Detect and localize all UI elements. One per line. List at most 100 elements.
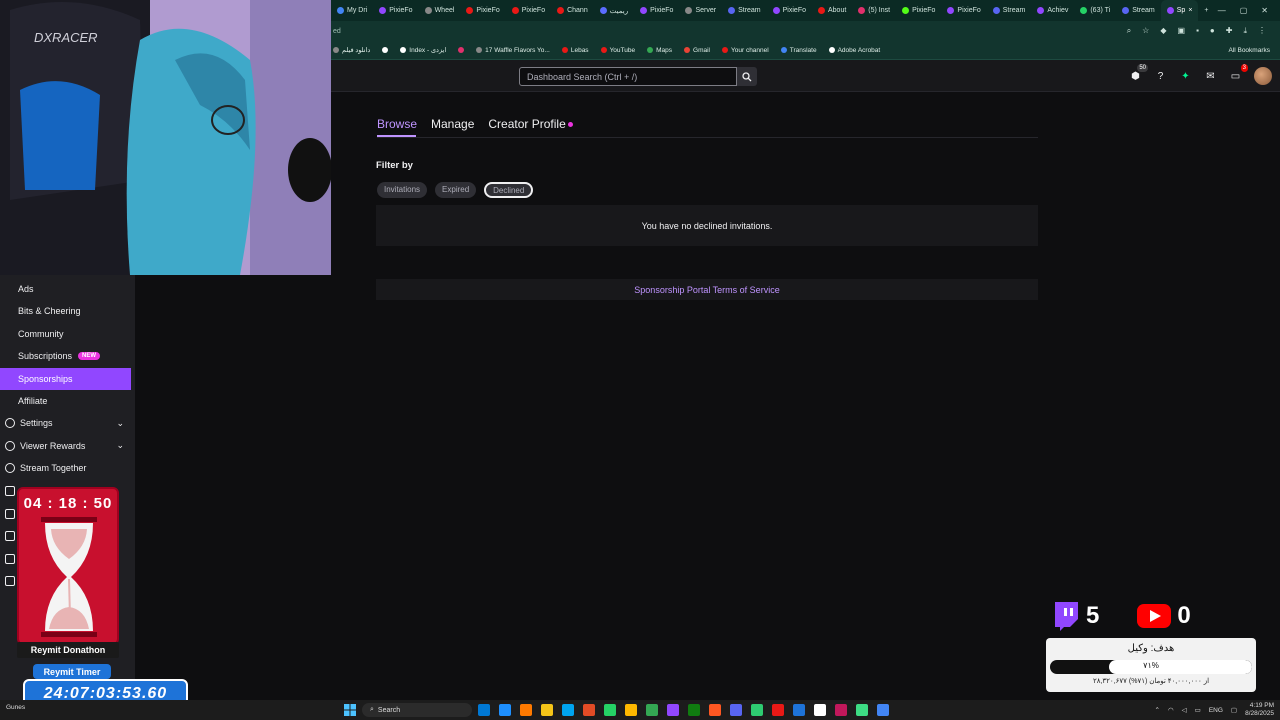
tab-creator-profile[interactable]: Creator Profile (488, 117, 573, 135)
taskbar-app-icon[interactable] (646, 704, 658, 716)
tos-link[interactable]: Sponsorship Portal Terms of Service (634, 285, 779, 295)
maximize-icon[interactable]: ▢ (1240, 6, 1248, 15)
sparkle-icon[interactable]: ✦ (1179, 70, 1192, 83)
chevron-down-icon[interactable]: ⌄ (116, 418, 124, 429)
taskbar-app-icon[interactable] (688, 704, 700, 716)
extension-icon[interactable] (5, 531, 15, 541)
clock[interactable]: 4:19 PM 8/28/2025 (1245, 702, 1274, 718)
new-tab-icon[interactable]: + (1198, 0, 1214, 21)
close-icon[interactable]: ✕ (1261, 6, 1268, 15)
battery-icon[interactable]: ▭ (1195, 706, 1201, 714)
browser-tab[interactable]: (63) Ti (1074, 0, 1116, 21)
taskbar-app-icon[interactable] (709, 704, 721, 716)
help-icon[interactable]: ? (1154, 70, 1167, 83)
bookmark-item[interactable]: YouTube (600, 47, 635, 54)
all-bookmarks[interactable]: All Bookmarks (1228, 47, 1280, 54)
language-indicator[interactable]: ENG (1209, 707, 1223, 714)
sidebar-item-bits-cheering[interactable]: Bits & Cheering (0, 300, 131, 322)
sidebar-item-viewer-rewards[interactable]: Viewer Rewards ⌄ (0, 435, 131, 457)
filter-invitations-button[interactable]: Invitations (377, 182, 428, 198)
filter-expired-button[interactable]: Expired (435, 182, 477, 198)
bookmark-item[interactable]: Maps (647, 47, 672, 54)
tab-manage[interactable]: Manage (431, 117, 474, 135)
bookmark-item[interactable]: Index - ایزدی (400, 46, 446, 54)
video-icon[interactable] (5, 486, 15, 496)
sidebar-item-community[interactable]: Community (0, 323, 131, 345)
volume-icon[interactable]: ◁ (1182, 706, 1187, 714)
browser-tab[interactable]: (5) Inst (852, 0, 896, 21)
browser-tab[interactable]: PixieFo (460, 0, 505, 21)
bits-icon[interactable]: ⬢ 50 (1129, 63, 1148, 83)
bookmark-item[interactable]: Translate (780, 47, 817, 54)
taskbar-app-icon[interactable] (730, 704, 742, 716)
browser-tab[interactable]: PixieFo (941, 0, 986, 21)
menu-icon[interactable]: ⋮ (1258, 26, 1266, 36)
sidebar-item-settings[interactable]: Settings ⌄ (0, 412, 131, 434)
bookmark-item[interactable]: Adobe Acrobat (828, 47, 880, 54)
browser-tab[interactable]: Stream (722, 0, 767, 21)
bookmark-item[interactable]: Your channel (722, 47, 769, 54)
browser-tab[interactable]: Sp × (1160, 0, 1199, 21)
sidebar-item-affiliate[interactable]: Affiliate (0, 390, 131, 412)
wifi-icon[interactable]: ◠ (1168, 706, 1174, 714)
browser-tab[interactable]: PixieFo (896, 0, 941, 21)
browser-tab[interactable]: Stream (1116, 0, 1161, 21)
taskbar-app-icon[interactable] (520, 704, 532, 716)
dashboard-search-input[interactable]: Dashboard Search (Ctrl + /) (519, 67, 737, 86)
taskbar-app-icon[interactable] (814, 704, 826, 716)
taskbar-app-icon[interactable] (583, 704, 595, 716)
windows-start-icon[interactable] (344, 704, 356, 716)
browser-tab[interactable]: Chann (551, 0, 594, 21)
taskbar-app-icon[interactable] (856, 704, 868, 716)
shield-icon[interactable] (5, 576, 15, 586)
browser-tab[interactable]: Wheel (419, 0, 461, 21)
minimize-icon[interactable]: — (1218, 6, 1226, 15)
zoom-icon[interactable]: ⌕ (1127, 26, 1131, 36)
browser-tab[interactable]: Server (679, 0, 722, 21)
close-icon[interactable]: × (1188, 7, 1192, 14)
filter-declined-button[interactable]: Declined (484, 182, 534, 198)
sidebar-item-ads[interactable]: Ads (0, 278, 131, 300)
sidebar-item-stream-together[interactable]: Stream Together (0, 457, 131, 479)
taskbar-app-icon[interactable] (835, 704, 847, 716)
chevron-down-icon[interactable]: ⌄ (116, 440, 124, 451)
taskbar-app-icon[interactable] (751, 704, 763, 716)
browser-tab[interactable]: About (812, 0, 852, 21)
notifications-icon[interactable]: ▭ 3 (1229, 63, 1248, 83)
sidebar-item-subscriptions[interactable]: Subscriptions NEW (0, 345, 131, 367)
address-bar[interactable]: ed ⌕ ☆ ◆ ▣ ▪ ● ✚ ⤓ ⋮ (331, 21, 1280, 41)
extension-icon[interactable]: ◆ (1160, 26, 1166, 36)
browser-tab[interactable]: ریمیت (594, 0, 634, 21)
bookmark-item[interactable] (382, 47, 389, 53)
chevron-up-icon[interactable]: ⌃ (1155, 706, 1160, 714)
bookmark-item[interactable]: Lebas (561, 47, 589, 54)
whisper-icon[interactable]: ✉ (1204, 70, 1217, 83)
taskbar-app-icon[interactable] (604, 704, 616, 716)
user-avatar[interactable] (1254, 67, 1272, 85)
bookmark-item[interactable]: 17 Waffle Flavors Yo... (476, 47, 550, 54)
browser-tab[interactable]: PixieFo (767, 0, 812, 21)
taskbar-app-icon[interactable] (541, 704, 553, 716)
tools-icon[interactable] (5, 508, 15, 519)
tab-browse[interactable]: Browse (377, 117, 417, 135)
taskbar-app-icon[interactable] (667, 704, 679, 716)
puzzle-icon[interactable]: ✚ (1226, 26, 1233, 36)
taskbar-app-icon[interactable] (562, 704, 574, 716)
search-button[interactable] (737, 67, 757, 86)
taskbar-search[interactable]: ⌕ Search (362, 703, 472, 717)
display-icon[interactable]: ▢ (1231, 706, 1237, 714)
taskbar-app-icon[interactable] (625, 704, 637, 716)
browser-tab[interactable]: My Dri (331, 0, 373, 21)
browser-tab[interactable]: PixieFo (373, 0, 418, 21)
sidebar-item-sponsorships[interactable]: Sponsorships (0, 367, 131, 390)
extension-icon[interactable]: ▣ (1178, 26, 1186, 36)
taskbar-app-icon[interactable] (772, 704, 784, 716)
weather-widget[interactable]: Gunes (6, 704, 25, 711)
star-icon[interactable]: ☆ (1142, 26, 1149, 36)
browser-tab[interactable]: PixieFo (634, 0, 679, 21)
taskbar-app-icon[interactable] (478, 704, 490, 716)
taskbar-app-icon[interactable] (877, 704, 889, 716)
download-icon[interactable]: ⤓ (1243, 26, 1247, 36)
browser-tab[interactable]: Achiev (1031, 0, 1074, 21)
extension-icon[interactable]: ● (1210, 26, 1215, 36)
